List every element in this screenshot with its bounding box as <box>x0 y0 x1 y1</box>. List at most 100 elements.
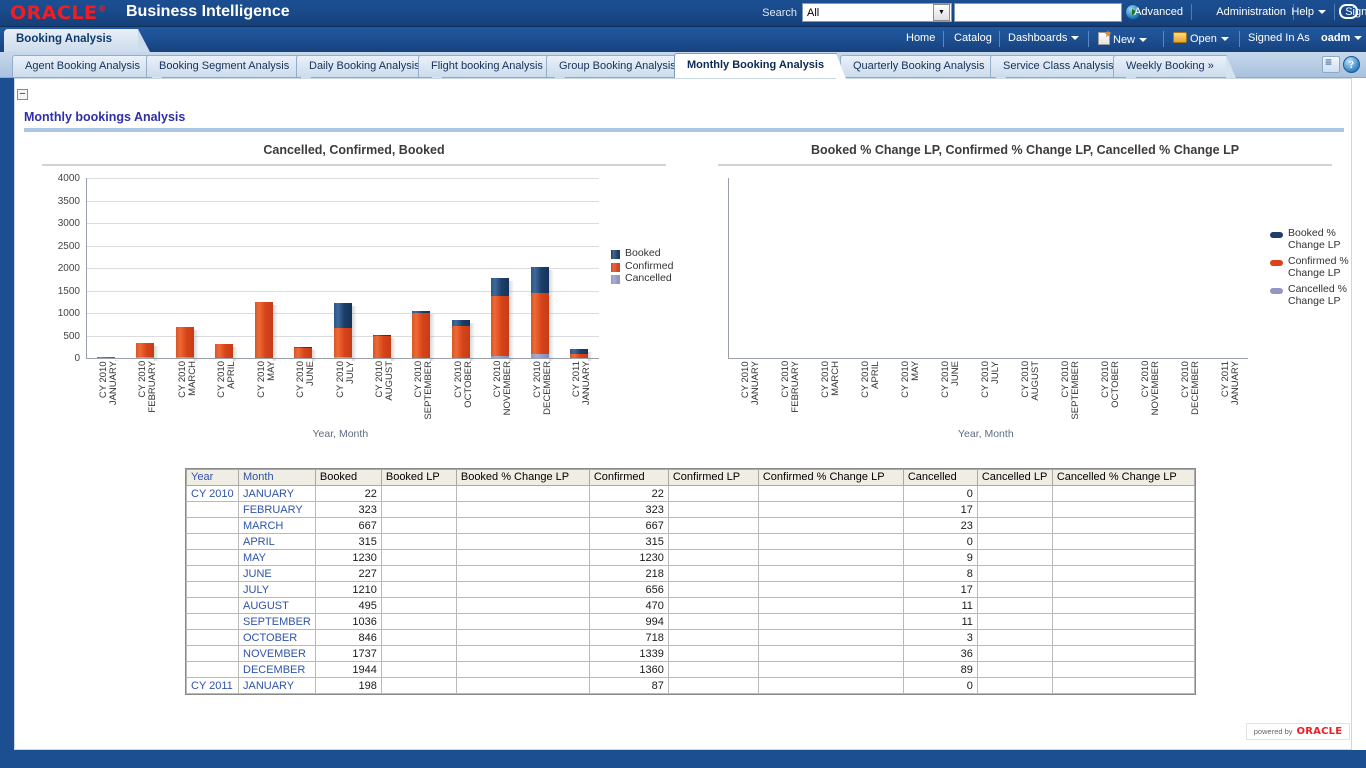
table-cell-confirmed-lp <box>668 678 758 694</box>
chevron-down-icon[interactable]: ▼ <box>933 4 950 21</box>
bar-segment-cancelled <box>176 357 194 358</box>
table-cell-month[interactable]: DECEMBER <box>239 662 316 678</box>
nav-dashboards[interactable]: Dashboards <box>1008 32 1079 44</box>
administration-link[interactable]: Administration <box>1216 6 1286 18</box>
table-cell-month[interactable]: JANUARY <box>239 486 316 502</box>
table-cell-year[interactable]: CY 2010 <box>187 486 239 502</box>
help-icon[interactable]: ? <box>1343 56 1360 73</box>
help-link[interactable]: Help <box>1291 6 1326 18</box>
table-column-header[interactable]: Cancelled <box>903 470 977 486</box>
tab-flight-booking-analysis[interactable]: Flight booking Analysis <box>418 55 556 77</box>
table-column-header[interactable]: Booked % Change LP <box>456 470 589 486</box>
bar-segment-confirmed <box>176 327 194 357</box>
legend-item[interactable]: Confirmed % Change LP <box>1270 256 1349 279</box>
table-column-header[interactable]: Confirmed <box>589 470 668 486</box>
table-cell-cancelled: 17 <box>903 502 977 518</box>
table-column-header[interactable]: Year <box>187 470 239 486</box>
table-cell-cancelled: 11 <box>903 614 977 630</box>
bar-column[interactable] <box>373 335 391 358</box>
bar-segment-booked <box>570 349 588 354</box>
bar-column[interactable] <box>452 320 470 358</box>
table-column-header[interactable]: Booked LP <box>381 470 456 486</box>
table-cell-year[interactable]: CY 2011 <box>187 678 239 694</box>
current-user-menu[interactable]: oadm <box>1321 32 1362 44</box>
legend-item[interactable]: Confirmed <box>611 261 673 273</box>
tab-booking-segment-analysis[interactable]: Booking Segment Analysis <box>146 55 302 77</box>
tab-quarterly-booking-analysis[interactable]: Quarterly Booking Analysis <box>840 55 997 77</box>
table-column-header[interactable]: Month <box>239 470 316 486</box>
bar-column[interactable] <box>255 302 273 358</box>
bar-column[interactable] <box>294 347 312 358</box>
bar-segment-confirmed <box>136 343 154 358</box>
table-column-header[interactable]: Confirmed LP <box>668 470 758 486</box>
section-collapse-toggle[interactable]: − <box>17 89 28 100</box>
search-scope-select[interactable]: All ▼ <box>802 3 952 22</box>
bar-column[interactable] <box>491 278 509 358</box>
user-avatar-icon[interactable] <box>1339 4 1358 19</box>
table-column-header[interactable]: Cancelled % Change LP <box>1052 470 1194 486</box>
nav-open[interactable]: Open <box>1173 32 1229 45</box>
grid-line <box>86 268 599 269</box>
table-cell-month[interactable]: AUGUST <box>239 598 316 614</box>
y-axis-tick: 1000 <box>44 308 80 319</box>
bar-column[interactable] <box>570 349 588 358</box>
legend-label: Booked % Change LP <box>1288 228 1341 251</box>
tab-daily-booking-analysis[interactable]: Daily Booking Analysis <box>296 55 433 77</box>
bar-column[interactable] <box>412 311 430 358</box>
x-axis-tick-label: CY 2010 OCTOBER <box>454 361 474 408</box>
page-options-icon[interactable] <box>1322 56 1340 73</box>
table-cell-cancelled: 8 <box>903 566 977 582</box>
table-cell-booked-pct <box>456 486 589 502</box>
tab-weekly-booking[interactable]: Weekly Booking » <box>1113 55 1227 77</box>
nav-catalog[interactable]: Catalog <box>954 32 992 44</box>
tab-group-booking-analysis[interactable]: Group Booking Analysis <box>546 55 689 77</box>
tab-monthly-booking-analysis[interactable]: Monthly Booking Analysis <box>674 53 837 78</box>
table-cell-month[interactable]: MARCH <box>239 518 316 534</box>
search-input[interactable] <box>954 3 1122 22</box>
table-cell-month[interactable]: OCTOBER <box>239 630 316 646</box>
line-chart-title: Booked % Change LP, Confirmed % Change L… <box>700 143 1350 157</box>
legend-item[interactable]: Cancelled % Change LP <box>1270 284 1349 307</box>
table-cell-booked: 22 <box>315 486 381 502</box>
legend-item[interactable]: Cancelled <box>611 273 673 285</box>
tab-service-class-analysis[interactable]: Service Class Analysis <box>990 55 1127 77</box>
legend-item[interactable]: Booked <box>611 248 673 260</box>
chevron-down-icon <box>1221 37 1229 41</box>
table-cell-confirmed-pct <box>758 598 903 614</box>
table-column-header[interactable]: Booked <box>315 470 381 486</box>
advanced-link[interactable]: Advanced <box>1134 6 1183 18</box>
x-axis-tick-label: CY 2010 APRIL <box>217 361 237 398</box>
table-cell-month[interactable]: SEPTEMBER <box>239 614 316 630</box>
table-cell-confirmed: 718 <box>589 630 668 646</box>
table-cell-month[interactable]: JUNE <box>239 566 316 582</box>
bar-column[interactable] <box>334 303 352 358</box>
table-cell-year <box>187 614 239 630</box>
table-cell-month[interactable]: APRIL <box>239 534 316 550</box>
table-row: DECEMBER1944136089 <box>187 662 1195 678</box>
legend-item[interactable]: Booked % Change LP <box>1270 228 1349 251</box>
table-cell-month[interactable]: FEBRUARY <box>239 502 316 518</box>
bar-column[interactable] <box>97 357 115 358</box>
tab-agent-booking-analysis[interactable]: Agent Booking Analysis <box>12 55 153 77</box>
x-axis-tick-label: CY 2010 JUNE <box>296 361 316 398</box>
bar-column[interactable] <box>136 343 154 358</box>
table-cell-confirmed-pct <box>758 582 903 598</box>
table-column-header[interactable]: Cancelled LP <box>977 470 1052 486</box>
table-column-header[interactable]: Confirmed % Change LP <box>758 470 903 486</box>
table-cell-cancelled-lp <box>977 614 1052 630</box>
bar-segment-confirmed <box>412 313 430 358</box>
y-axis-line <box>86 178 87 358</box>
nav-new[interactable]: New <box>1098 32 1147 46</box>
x-axis-tick-label: CY 2010 JUNE <box>941 361 961 398</box>
table-row: CY 2011JANUARY198870 <box>187 678 1195 694</box>
bar-column[interactable] <box>215 344 233 358</box>
dashboard-name-tab[interactable]: Booking Analysis <box>4 29 138 52</box>
table-cell-confirmed-pct <box>758 614 903 630</box>
table-cell-month[interactable]: JULY <box>239 582 316 598</box>
bar-column[interactable] <box>176 327 194 358</box>
nav-home[interactable]: Home <box>906 32 935 44</box>
table-cell-month[interactable]: NOVEMBER <box>239 646 316 662</box>
table-cell-month[interactable]: MAY <box>239 550 316 566</box>
bar-column[interactable] <box>531 267 549 358</box>
table-cell-month[interactable]: JANUARY <box>239 678 316 694</box>
